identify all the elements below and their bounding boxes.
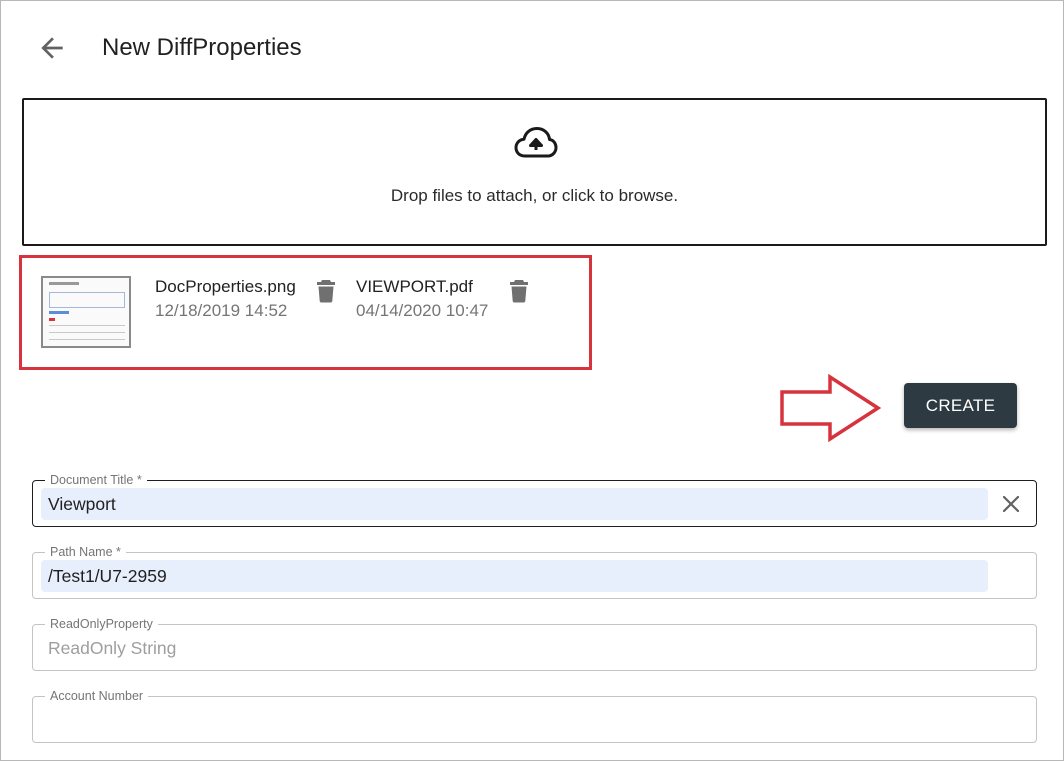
close-icon bbox=[1002, 495, 1020, 513]
path-name-field[interactable]: Path Name * /Test1/U7-2959 bbox=[32, 544, 1037, 599]
account-number-field[interactable]: Account Number bbox=[32, 688, 1037, 743]
document-title-label: Document Title * bbox=[45, 472, 147, 488]
attachment-name: VIEWPORT.pdf bbox=[356, 277, 473, 296]
document-title-input[interactable]: Viewport bbox=[41, 488, 988, 520]
dropzone-text: Drop files to attach, or click to browse… bbox=[390, 186, 679, 205]
readonly-property-label: ReadOnlyProperty bbox=[45, 616, 158, 632]
readonly-property-value: ReadOnly String bbox=[48, 638, 177, 658]
attachment-date: 04/14/2020 10:47 bbox=[356, 301, 489, 320]
delete-attachment-button[interactable] bbox=[509, 279, 529, 303]
arrow-left-icon bbox=[41, 37, 63, 59]
clear-button[interactable] bbox=[1000, 493, 1022, 515]
path-name-input[interactable]: /Test1/U7-2959 bbox=[41, 560, 988, 592]
readonly-property-field: ReadOnlyProperty ReadOnly String bbox=[32, 616, 1037, 671]
account-number-label: Account Number bbox=[45, 688, 149, 704]
annotation-arrow bbox=[780, 374, 882, 442]
file-dropzone[interactable]: Drop files to attach, or click to browse… bbox=[22, 98, 1047, 246]
cloud-upload-icon bbox=[514, 127, 558, 158]
attachment-thumbnail[interactable] bbox=[41, 276, 131, 348]
page-header: New DiffProperties bbox=[0, 0, 1064, 96]
attachment-item[interactable]: VIEWPORT.pdf 04/14/2020 10:47 bbox=[356, 276, 488, 323]
attachment-date: 12/18/2019 14:52 bbox=[155, 301, 288, 320]
delete-attachment-button[interactable] bbox=[316, 279, 336, 303]
document-title-field[interactable]: Document Title * Viewport bbox=[32, 472, 1037, 527]
attachment-item[interactable]: DocProperties.png 12/18/2019 14:52 bbox=[155, 276, 296, 323]
page-title: New DiffProperties bbox=[102, 34, 302, 61]
account-number-input[interactable] bbox=[41, 704, 988, 736]
create-button[interactable]: CREATE bbox=[904, 383, 1017, 428]
trash-icon bbox=[317, 280, 335, 303]
attachment-name: DocProperties.png bbox=[155, 277, 296, 296]
path-name-label: Path Name * bbox=[45, 544, 126, 560]
trash-icon bbox=[510, 280, 528, 303]
back-button[interactable] bbox=[36, 32, 68, 64]
